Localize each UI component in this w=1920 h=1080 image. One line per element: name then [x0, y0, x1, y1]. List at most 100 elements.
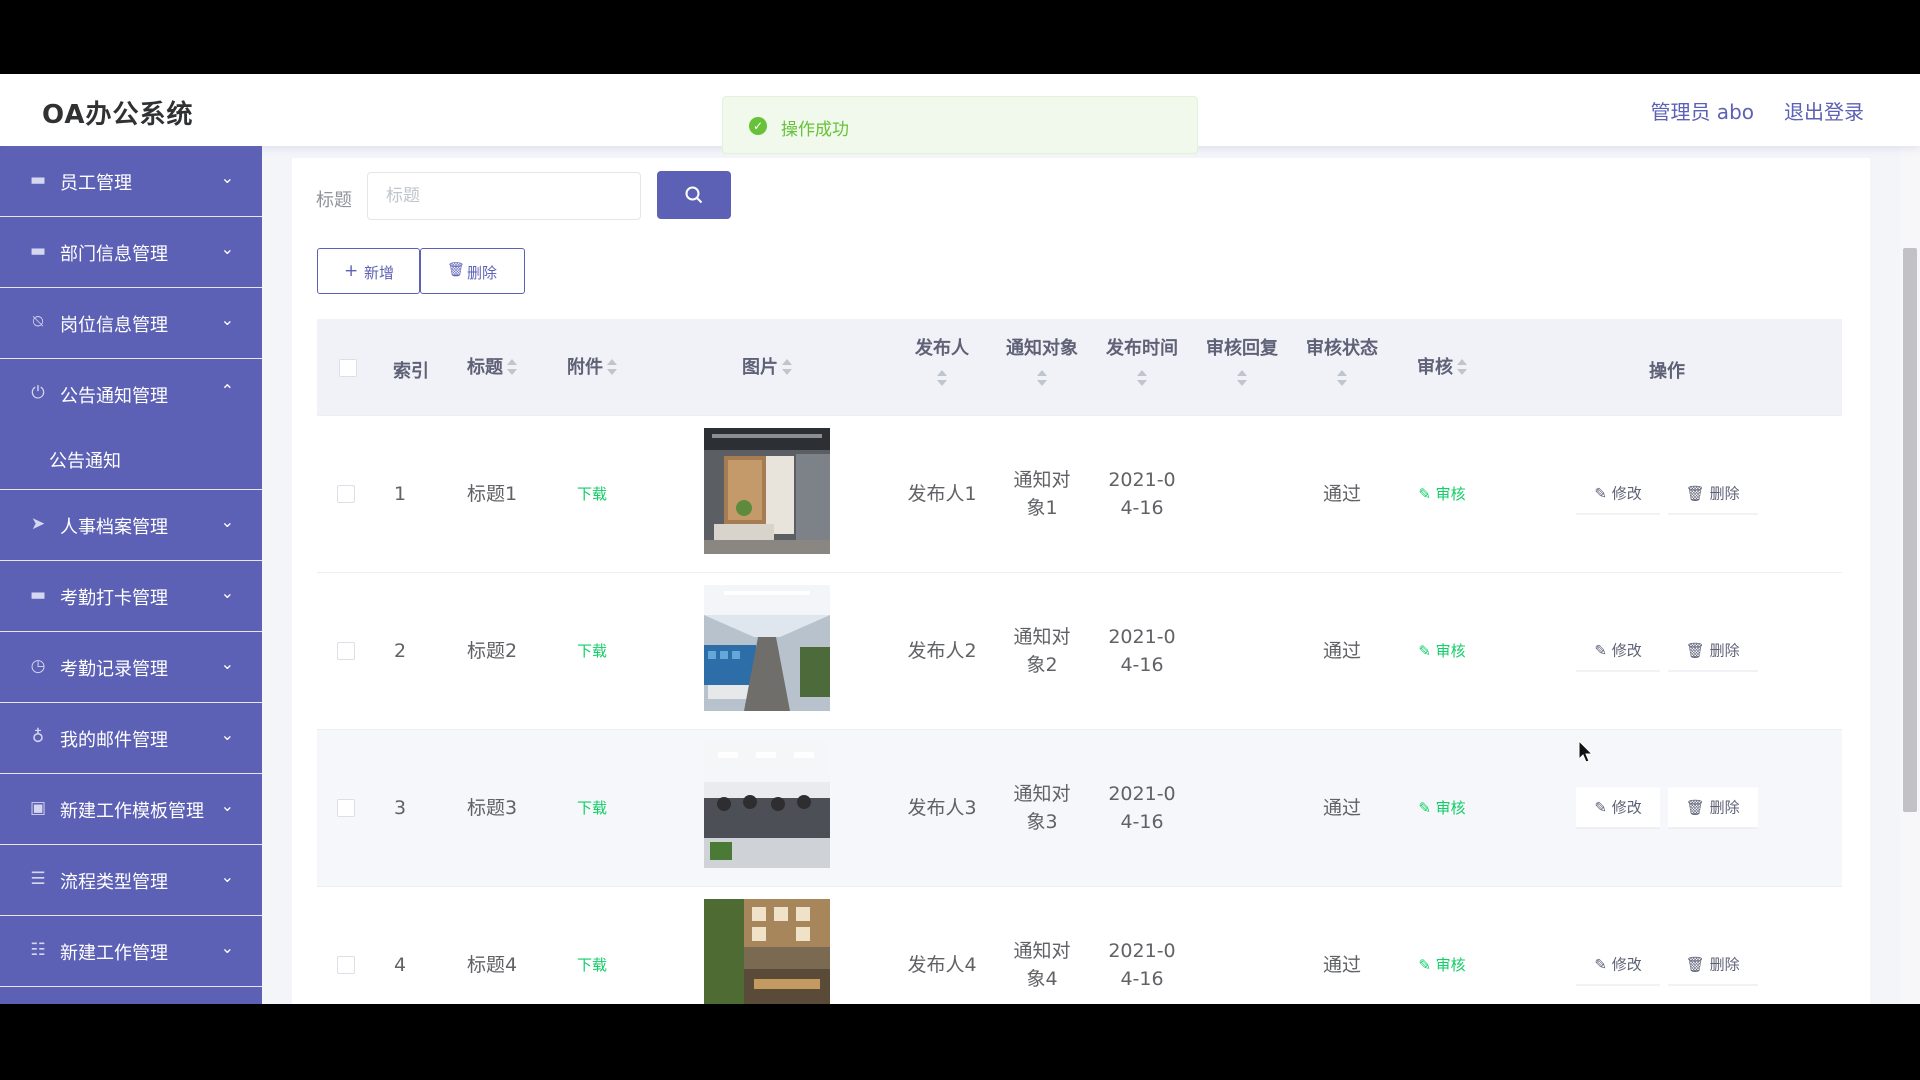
- sidebar-item-position[interactable]: ⍉ 岗位信息管理 ⌄: [0, 288, 262, 359]
- search-input[interactable]: [367, 172, 641, 220]
- edit-button[interactable]: ✎ 修改: [1576, 944, 1660, 986]
- delete-button[interactable]: 🗑 删除: [1667, 473, 1758, 515]
- sidebar-item-new-work[interactable]: ☷ 新建工作管理 ⌄: [0, 916, 262, 987]
- delete-button[interactable]: 🗑 删除: [1667, 944, 1758, 986]
- cell-index-value: 4: [394, 954, 407, 976]
- cell-title-value: 标题2: [466, 640, 518, 662]
- sidebar-item-employee[interactable]: ▬ 员工管理 ⌄: [0, 146, 262, 217]
- delete-button[interactable]: 🗑 删除: [1667, 630, 1758, 672]
- cell-target-value: 通知对象4: [1013, 940, 1071, 990]
- cell-status-value: 通过: [1322, 483, 1361, 505]
- user-icon: ▬: [29, 170, 47, 190]
- row-checkbox[interactable]: [337, 956, 355, 974]
- download-link[interactable]: 下载: [542, 794, 642, 822]
- cell-index: 3: [380, 730, 442, 886]
- cell-status: 通过: [1292, 573, 1392, 729]
- delete-button[interactable]: 🗑 删除: [1667, 787, 1758, 829]
- edit-label: 修改: [1611, 484, 1642, 503]
- cell-reply: [1192, 416, 1292, 572]
- cell-title-value: 标题1: [466, 483, 518, 505]
- cell-target: 通知对象1: [992, 416, 1092, 572]
- download-link[interactable]: 下载: [542, 637, 642, 665]
- sidebar-item-template[interactable]: ▣ 新建工作模板管理 ⌄: [0, 774, 262, 845]
- header-reply[interactable]: 审核回复: [1192, 319, 1292, 415]
- logout-link[interactable]: 退出登录: [1784, 96, 1864, 125]
- sidebar-item-checkin[interactable]: ▬ 考勤打卡管理 ⌄: [0, 561, 262, 632]
- add-button[interactable]: + 新增: [317, 248, 420, 294]
- review-link[interactable]: ✎ 审核: [1392, 951, 1492, 979]
- cell-title: 标题1: [442, 416, 542, 572]
- sidebar-item-label: 流程类型管理: [60, 872, 168, 893]
- header-target[interactable]: 通知对象: [992, 319, 1092, 415]
- edit-button[interactable]: ✎ 修改: [1576, 630, 1660, 672]
- plus-icon: +: [344, 261, 359, 281]
- add-button-label: 新增: [364, 264, 395, 282]
- cell-status: 通过: [1292, 730, 1392, 886]
- chevron-down-icon: ⌄: [220, 239, 234, 258]
- cell-ops: ✎ 修改 🗑 删除: [1492, 887, 1842, 1004]
- header-attachment[interactable]: 附件: [542, 319, 642, 415]
- sidebar-item-attendance[interactable]: ◷ 考勤记录管理 ⌄: [0, 632, 262, 703]
- header-publisher-label: 发布人: [915, 338, 969, 359]
- batch-delete-button[interactable]: 🗑 删除: [420, 248, 525, 294]
- office-photo-1[interactable]: [704, 428, 830, 554]
- review-link[interactable]: ✎ 审核: [1392, 480, 1492, 508]
- cell-publisher-value: 发布人3: [907, 797, 977, 819]
- header-status-label: 审核状态: [1306, 338, 1378, 359]
- app-window: OA办公系统 管理员 abo 退出登录 ✓ 操作成功 ▬ 员工管理 ⌄ ▬ 部门…: [0, 74, 1920, 1004]
- sidebar-item-personnel[interactable]: ➤ 人事档案管理 ⌄: [0, 490, 262, 561]
- review-label: 审核: [1435, 956, 1466, 974]
- chevron-down-icon: ⌄: [220, 725, 234, 744]
- cell-publisher: 发布人2: [892, 573, 992, 729]
- review-link[interactable]: ✎ 审核: [1392, 637, 1492, 665]
- row-checkbox[interactable]: [337, 799, 355, 817]
- cell-review: ✎ 审核: [1392, 416, 1492, 572]
- search-button[interactable]: [657, 171, 731, 219]
- cell-reply: [1192, 887, 1292, 1004]
- chevron-down-icon: ⌄: [220, 938, 234, 957]
- header-publisher[interactable]: 发布人: [892, 319, 992, 415]
- header-attachment-label: 附件: [567, 357, 603, 378]
- review-link[interactable]: ✎ 审核: [1392, 794, 1492, 822]
- select-all-checkbox[interactable]: [339, 359, 357, 377]
- row-checkbox[interactable]: [337, 485, 355, 503]
- sort-icon: [607, 358, 617, 378]
- cell-status: 通过: [1292, 887, 1392, 1004]
- header-status[interactable]: 审核状态: [1292, 319, 1392, 415]
- cell-publisher-value: 发布人1: [907, 483, 977, 505]
- scrollbar-thumb[interactable]: [1903, 248, 1917, 812]
- download-link[interactable]: 下载: [542, 480, 642, 508]
- chevron-down-icon: ⌄: [220, 867, 234, 886]
- chevron-down-icon: ⌄: [220, 310, 234, 329]
- cell-time-value: 2021-04-16: [1108, 783, 1176, 833]
- monitor-icon: ▬: [29, 585, 47, 605]
- cell-time: 2021-04-16: [1092, 573, 1192, 729]
- cell-attachment: 下载: [542, 730, 642, 886]
- sidebar-item-label: 我的邮件管理: [60, 730, 168, 751]
- header-review[interactable]: 审核: [1392, 319, 1492, 415]
- cell-time: 2021-04-16: [1092, 730, 1192, 886]
- header-time[interactable]: 发布时间: [1092, 319, 1192, 415]
- edit-button[interactable]: ✎ 修改: [1576, 787, 1660, 829]
- row-checkbox[interactable]: [337, 642, 355, 660]
- download-link[interactable]: 下载: [542, 951, 642, 979]
- chevron-down-icon: ⌄: [220, 583, 234, 602]
- edit-icon: ✎: [1594, 798, 1612, 817]
- sidebar-item-department[interactable]: ▬ 部门信息管理 ⌄: [0, 217, 262, 288]
- cell-title-value: 标题3: [466, 797, 518, 819]
- office-photo-4[interactable]: [704, 899, 830, 1004]
- sidebar-item-notice[interactable]: ⏻ 公告通知管理 ⌃: [0, 359, 262, 429]
- sidebar-subitem-notice[interactable]: 公告通知: [0, 429, 262, 490]
- office-photo-3[interactable]: [704, 742, 830, 868]
- sidebar-item-flow-type[interactable]: ☰ 流程类型管理 ⌄: [0, 845, 262, 916]
- cell-title: 标题2: [442, 573, 542, 729]
- sidebar-item-label: 公告通知管理: [60, 386, 168, 407]
- cell-image: [642, 730, 892, 886]
- office-photo-2[interactable]: [704, 585, 830, 711]
- header-image[interactable]: 图片: [642, 319, 892, 415]
- sidebar-item-mail[interactable]: ♁ 我的邮件管理 ⌄: [0, 703, 262, 774]
- cell-reply: [1192, 730, 1292, 886]
- header-title[interactable]: 标题: [442, 319, 542, 415]
- scrollbar-track[interactable]: [1900, 146, 1920, 1004]
- edit-button[interactable]: ✎ 修改: [1576, 473, 1660, 515]
